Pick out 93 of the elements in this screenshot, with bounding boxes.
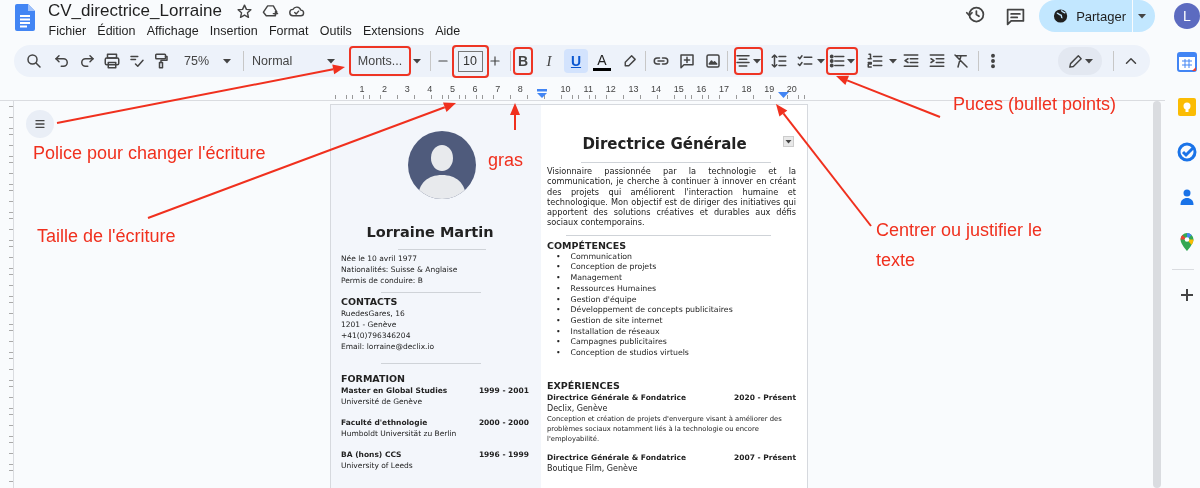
annotation-label: Police pour changer l'écriture: [33, 142, 266, 165]
undo-icon[interactable]: [53, 52, 71, 70]
clear-formatting-icon[interactable]: [952, 52, 970, 70]
annotation-label: gras: [488, 149, 523, 172]
caret-icon[interactable]: [888, 56, 898, 66]
caret-icon[interactable]: [816, 56, 826, 66]
arrow: [510, 103, 520, 131]
menu-item[interactable]: Insertion: [204, 24, 264, 38]
decrease-indent-icon[interactable]: [902, 52, 920, 70]
menu-item[interactable]: Aide: [429, 24, 466, 38]
globe-icon: [1053, 8, 1069, 24]
editing-mode-button[interactable]: [1058, 47, 1102, 75]
annotation-label: Taille de l'écriture: [37, 225, 176, 248]
menu-item[interactable]: Format: [263, 24, 315, 38]
ruler-number: 3: [404, 84, 410, 94]
avatar-placeholder: [408, 131, 476, 199]
underline-button[interactable]: U: [564, 49, 588, 73]
align-center-icon[interactable]: [734, 52, 752, 70]
redo-icon[interactable]: [78, 52, 96, 70]
ruler-number: 12: [605, 84, 616, 94]
bulleted-list-icon[interactable]: [828, 52, 846, 70]
menu-item[interactable]: Extensions: [357, 24, 430, 38]
ruler-number: 10: [560, 84, 571, 94]
ruler-number: 6: [472, 84, 478, 94]
menu-item[interactable]: Affichage: [141, 24, 205, 38]
caret-icon[interactable]: [222, 56, 232, 66]
menu-item[interactable]: Édition: [91, 24, 142, 38]
caret-icon[interactable]: [326, 56, 336, 66]
font-dropdown[interactable]: Monts...: [349, 46, 411, 76]
section-heading: CONTACTS: [341, 296, 399, 308]
dropdown-button[interactable]: [783, 136, 794, 147]
indent-marker[interactable]: [778, 92, 789, 98]
search-icon[interactable]: [25, 52, 43, 70]
tasks-icon[interactable]: [1177, 142, 1197, 162]
section-heading: COMPÉTENCES: [547, 239, 628, 252]
indent-marker[interactable]: [536, 89, 548, 98]
caret-icon[interactable]: [412, 56, 422, 66]
ruler-number: 5: [450, 84, 455, 94]
outline-button[interactable]: [26, 110, 54, 138]
numbered-list-icon[interactable]: [866, 52, 884, 70]
font-size-field[interactable]: 10: [451, 44, 489, 78]
add-comment-icon[interactable]: [678, 52, 696, 70]
company-name: Declix, Genève: [547, 402, 609, 414]
ruler-number: 18: [741, 84, 752, 94]
document-title[interactable]: CV_directrice_Lorraine: [48, 1, 222, 21]
ruler-number: 2: [382, 84, 388, 94]
italic-button[interactable]: I: [538, 49, 560, 73]
align-button[interactable]: [733, 47, 763, 75]
pencil-icon[interactable]: [1066, 52, 1084, 70]
ruler-number: 15: [673, 84, 684, 94]
ruler-number: 19: [764, 84, 775, 94]
ruler-number: 11: [583, 84, 593, 94]
bulleted-list-button[interactable]: [826, 47, 858, 75]
annotation-label: Puces (bullet points): [953, 93, 1117, 116]
section-heading: FORMATION: [341, 373, 406, 385]
caret-icon[interactable]: [752, 56, 762, 66]
docs-logo-icon[interactable]: [15, 4, 35, 31]
menu-item[interactable]: Fichier: [43, 24, 92, 38]
job-title: Directrice Générale: [581, 134, 748, 154]
ruler-number: 20: [786, 84, 797, 94]
ruler-number: 7: [495, 84, 501, 94]
caret-icon[interactable]: [1137, 11, 1147, 21]
intro-paragraph: Visionnaire passionnée par la technologie et la communication, je cherche à continuer à innover en créant des projets qui améliorent l'interaction humaine et technologique. Mon objectif est de diriger des initiatives qui apportent des solutions créatives et durables aux défis sociaux contemporains.: [547, 166, 796, 228]
star-icon[interactable]: [235, 2, 253, 20]
ruler-number: 8: [517, 84, 523, 94]
increase-indent-icon[interactable]: [928, 52, 946, 70]
text-color-button[interactable]: A: [593, 51, 611, 71]
annotation-label: Centrer ou justifier le texte: [876, 219, 1044, 272]
increase-size-icon[interactable]: [488, 54, 502, 68]
ruler-number: 16: [696, 84, 707, 94]
account-avatar[interactable]: L: [1174, 3, 1200, 29]
image-icon[interactable]: [704, 52, 722, 70]
style-dropdown[interactable]: Normal: [249, 49, 339, 73]
calendar-icon[interactable]: [1177, 52, 1197, 72]
section-heading: EXPÉRIENCES: [547, 379, 621, 392]
ruler-number: 1: [359, 84, 365, 94]
profile-name: Lorraine Martin: [365, 223, 495, 241]
ruler-number: 17: [719, 84, 729, 94]
ruler-number: 4: [427, 84, 433, 94]
share-button[interactable]: Partager: [1039, 0, 1132, 32]
paint-format-icon[interactable]: [152, 52, 170, 70]
menu-item[interactable]: Outils: [314, 24, 358, 38]
bold-button[interactable]: B: [513, 47, 533, 75]
scrollbar[interactable]: [1153, 101, 1161, 488]
caret-icon[interactable]: [1083, 56, 1094, 66]
print-icon[interactable]: [103, 52, 121, 70]
ruler-number: 13: [628, 84, 639, 94]
zoom-dropdown[interactable]: 75%: [181, 49, 235, 73]
ruler-number: 14: [651, 84, 662, 94]
company-name: Boutique Film, Genève: [547, 462, 639, 474]
line-spacing-icon[interactable]: [770, 52, 788, 70]
caret-icon[interactable]: [846, 56, 856, 66]
share-menu-button[interactable]: [1133, 0, 1155, 32]
